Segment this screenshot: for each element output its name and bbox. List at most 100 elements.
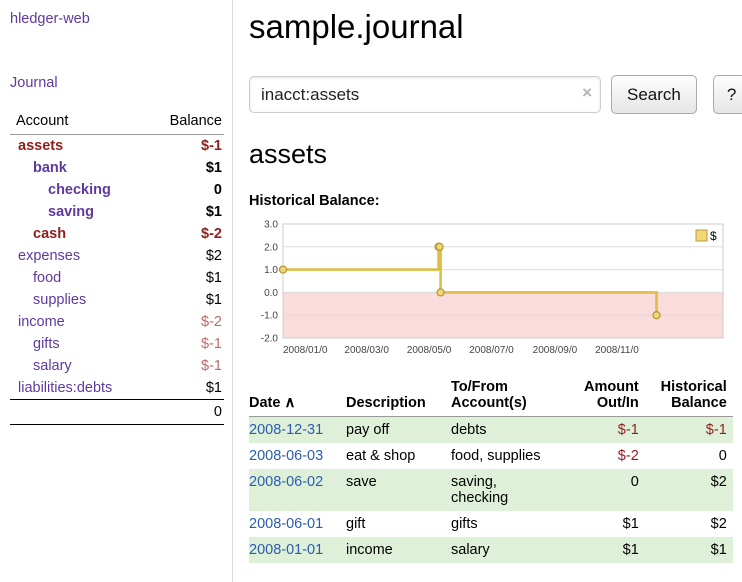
app-title: hledger-web — [10, 10, 224, 27]
account-balance: $-2 — [146, 311, 224, 333]
account-balance: 0 — [146, 179, 224, 201]
account-balance: $2 — [146, 245, 224, 267]
y-tick-label: -1.0 — [261, 311, 279, 322]
account-link-bank[interactable]: bank — [33, 160, 67, 176]
transaction-balance: 0 — [645, 443, 733, 469]
transaction-date-link[interactable]: 2008-01-01 — [249, 542, 323, 558]
transaction-date-link[interactable]: 2008-12-31 — [249, 422, 323, 438]
account-balance: $-2 — [146, 223, 224, 245]
data-point-marker — [437, 289, 444, 296]
account-link-supplies[interactable]: supplies — [33, 292, 86, 308]
transaction-description: pay off — [346, 417, 451, 444]
account-heading: assets — [249, 139, 742, 170]
account-row: expenses $2 — [10, 245, 224, 267]
journal-link[interactable]: Journal — [10, 75, 58, 91]
account-link-checking[interactable]: checking — [48, 182, 111, 198]
account-link-expenses[interactable]: expenses — [18, 248, 80, 264]
account-balance: $-1 — [146, 333, 224, 355]
account-row: income $-2 — [10, 311, 224, 333]
date-column-header[interactable]: Date ∧ — [249, 377, 346, 417]
account-column-header: Account — [10, 111, 146, 135]
legend-swatch — [696, 230, 707, 241]
register-table: Date ∧ Description To/From Account(s) Am… — [249, 377, 733, 563]
transaction-amount: $-2 — [584, 443, 645, 469]
transaction-accounts: gifts — [451, 511, 584, 537]
account-link-liabilities-debts[interactable]: liabilities:debts — [18, 380, 112, 396]
transaction-description: gift — [346, 511, 451, 537]
account-row: gifts $-1 — [10, 333, 224, 355]
transaction-date-cell: 2008-06-03 — [249, 443, 346, 469]
account-link-food[interactable]: food — [33, 270, 61, 286]
register-row: 2008-06-02 savesaving, checking0$2 — [249, 469, 733, 511]
description-column-header: Description — [346, 377, 451, 417]
account-row: saving $1 — [10, 201, 224, 223]
sort-asc-icon: ∧ — [284, 394, 295, 411]
hledger-web-page: hledger-web Journal Account Balance asse… — [0, 0, 742, 582]
account-balance: $1 — [146, 157, 224, 179]
register-row: 2008-01-01incomesalary$1$1 — [249, 537, 733, 563]
y-tick-label: 1.0 — [264, 265, 278, 276]
account-link-salary[interactable]: salary — [33, 358, 72, 374]
account-link-gifts[interactable]: gifts — [33, 336, 60, 352]
account-row: bank $1 — [10, 157, 224, 179]
transaction-accounts: salary — [451, 537, 584, 563]
transaction-date-cell: 2008-12-31 — [249, 417, 346, 444]
chart-heading: Historical Balance: — [249, 193, 742, 209]
transaction-date-cell: 2008-06-01 — [249, 511, 346, 537]
total-balance: 0 — [146, 400, 224, 425]
account-row: cash $-2 — [10, 223, 224, 245]
account-row: assets$-1 — [10, 135, 224, 158]
transaction-date-link[interactable]: 2008-06-02 — [249, 474, 323, 490]
transaction-description: save — [346, 469, 451, 511]
transaction-amount: 0 — [584, 469, 645, 511]
sidebar: hledger-web Journal Account Balance asse… — [0, 0, 233, 582]
x-tick-label: 2008/05/0 — [407, 345, 452, 356]
transaction-amount: $1 — [584, 511, 645, 537]
account-balance: $1 — [146, 201, 224, 223]
account-balance: $-1 — [146, 355, 224, 377]
accounts-table: Account Balance assets$-1bank$1checking0… — [10, 111, 224, 425]
account-link-assets[interactable]: assets — [18, 138, 63, 154]
app-title-link[interactable]: hledger-web — [10, 11, 90, 27]
x-tick-label: 2008/01/0 — [283, 345, 328, 356]
transaction-accounts: saving, checking — [451, 469, 584, 511]
account-row: liabilities:debts$1 — [10, 377, 224, 400]
account-row: salary $-1 — [10, 355, 224, 377]
transaction-date-cell: 2008-06-02 — [249, 469, 346, 511]
account-link-cash[interactable]: cash — [33, 226, 66, 242]
help-button[interactable]: ? — [713, 75, 742, 114]
transaction-date-link[interactable]: 2008-06-01 — [249, 516, 323, 532]
register-row: 2008-06-03eat & shopfood, supplies$-20 — [249, 443, 733, 469]
main-content: sample.journal × Search ? assets Histori… — [233, 0, 742, 582]
register-row: 2008-06-01 giftgifts$1$2 — [249, 511, 733, 537]
legend-label: $ — [710, 229, 717, 243]
balance-column-header-register: Historical Balance — [645, 377, 733, 417]
search-button[interactable]: Search — [611, 75, 697, 114]
account-balance: $1 — [146, 267, 224, 289]
account-link-income[interactable]: income — [18, 314, 65, 330]
account-row: supplies$1 — [10, 289, 224, 311]
clear-search-icon[interactable]: × — [582, 84, 592, 101]
amount-column-header: Amount Out/In — [584, 377, 645, 417]
historical-balance-chart: 3.02.01.00.0-1.0-2.02008/01/02008/03/020… — [249, 214, 732, 366]
x-tick-label: 2008/09/0 — [533, 345, 578, 356]
accounts-header-row: Account Balance — [10, 111, 224, 135]
transaction-accounts: debts — [451, 417, 584, 444]
total-spacer — [10, 400, 146, 425]
transaction-balance: $2 — [645, 511, 733, 537]
data-point-marker — [436, 243, 443, 250]
account-row: food $1 — [10, 267, 224, 289]
transaction-balance: $-1 — [645, 417, 733, 444]
data-point-marker — [653, 312, 660, 319]
chart-container: 3.02.01.00.0-1.0-2.02008/01/02008/03/020… — [249, 214, 742, 369]
search-input[interactable] — [249, 76, 601, 113]
transaction-date-link[interactable]: 2008-06-03 — [249, 448, 323, 464]
journal-nav: Journal — [10, 74, 224, 91]
accounts-total-row: 0 — [10, 400, 224, 425]
search-form: × Search ? — [249, 75, 742, 114]
date-header-label: Date — [249, 395, 280, 411]
x-tick-label: 2008/11/0 — [595, 345, 639, 356]
transaction-balance: $2 — [645, 469, 733, 511]
account-link-saving[interactable]: saving — [48, 204, 94, 220]
transaction-description: income — [346, 537, 451, 563]
